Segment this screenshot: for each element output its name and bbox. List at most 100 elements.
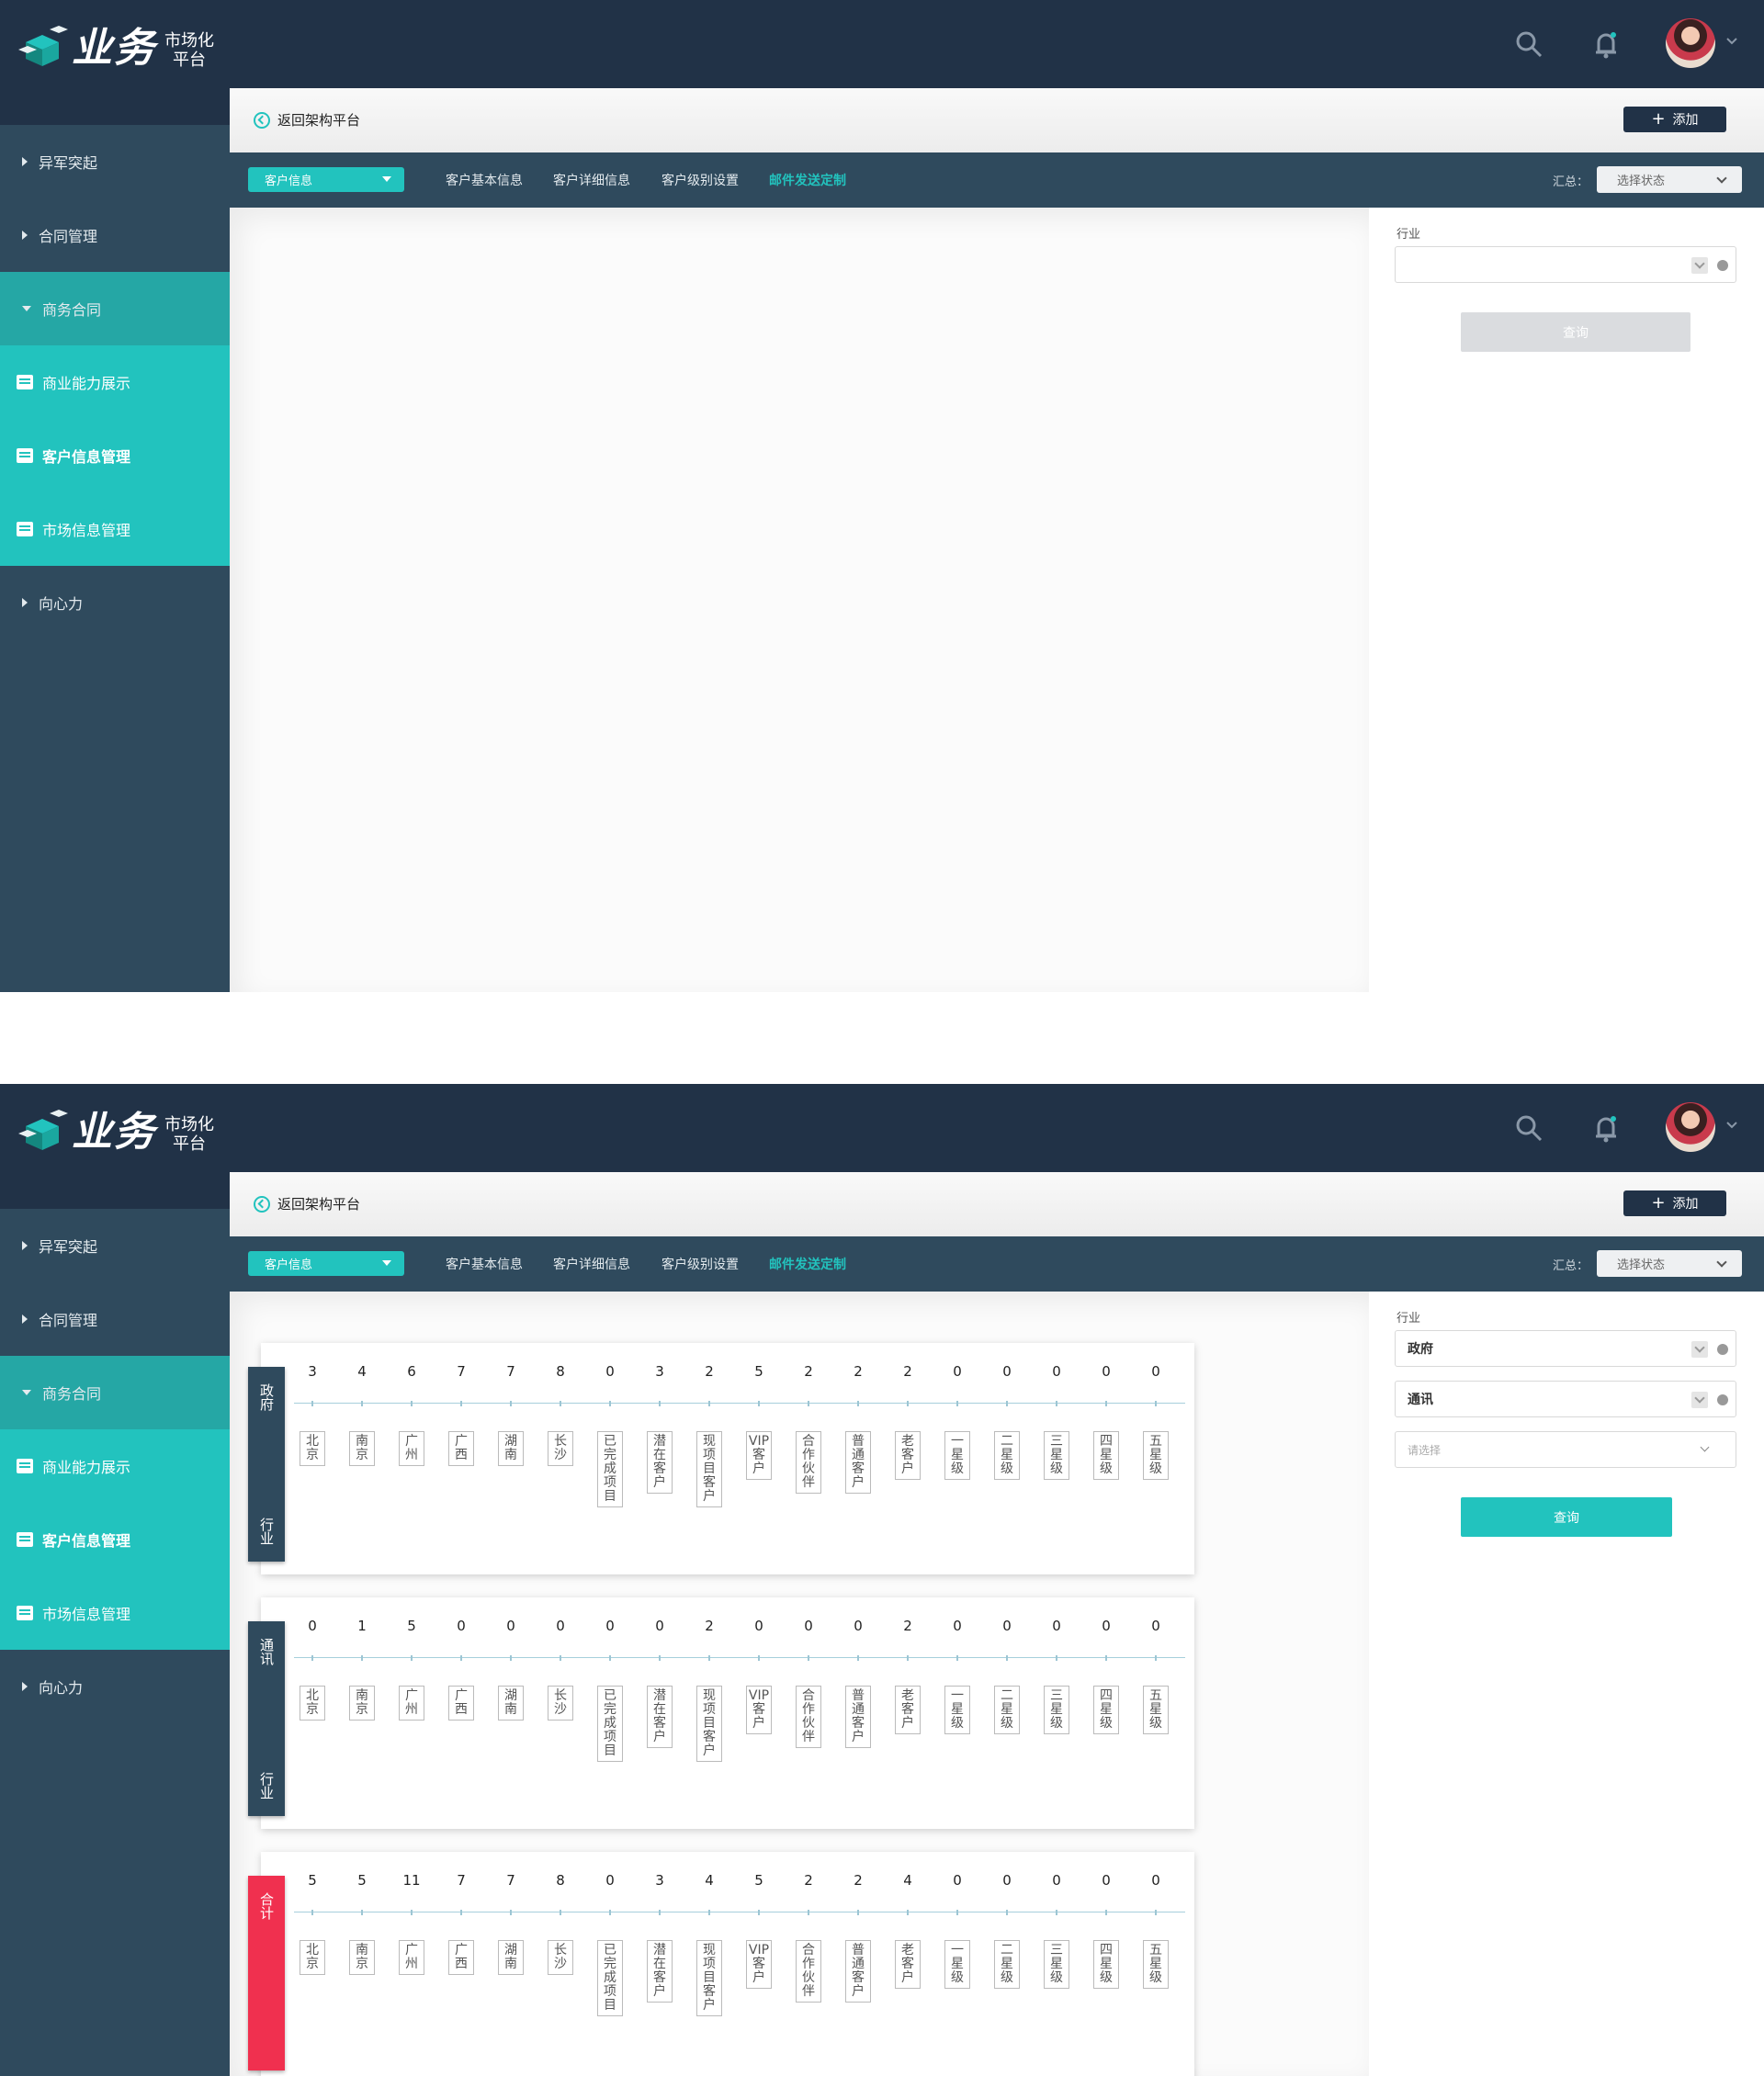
industry-select-1[interactable]: 政府 xyxy=(1395,1330,1736,1367)
status-select[interactable]: 选择状态 xyxy=(1597,166,1742,193)
user-avatar[interactable] xyxy=(1666,18,1715,68)
timeline-tick xyxy=(460,1655,462,1661)
metric-column: 0 已完成项目 xyxy=(592,1597,628,1829)
tab-detail-info[interactable]: 客户详细信息 xyxy=(553,171,630,189)
add-button[interactable]: + 添加 xyxy=(1623,1190,1726,1216)
industry-select-3[interactable]: 请选择 xyxy=(1395,1431,1736,1468)
back-link[interactable]: 返回架构平台 xyxy=(254,110,360,130)
chevron-down-icon[interactable] xyxy=(1691,257,1708,274)
metric-column: 5 VIP 客户 xyxy=(741,1343,777,1574)
metric-label: 合作伙伴 xyxy=(796,1431,821,1494)
monitor-icon xyxy=(17,522,33,536)
timeline-tick xyxy=(411,1910,413,1915)
metric-column: 0 二星级 xyxy=(989,1343,1025,1574)
app-logo[interactable]: 业务 市场化 平台 xyxy=(18,24,220,79)
timeline-tick xyxy=(907,1910,909,1915)
logo-text: 业务 xyxy=(72,1109,156,1156)
metric-label: 四星级 xyxy=(1093,1431,1119,1480)
metric-label: 广州 xyxy=(399,1686,424,1721)
industry-select-2[interactable]: 通讯 xyxy=(1395,1381,1736,1417)
timeline-tick xyxy=(956,1910,958,1915)
metric-column: 0 北京 xyxy=(294,1597,331,1829)
bell-icon[interactable] xyxy=(1591,1113,1621,1143)
query-button[interactable]: 查询 xyxy=(1461,1497,1672,1537)
search-icon[interactable] xyxy=(1514,29,1544,59)
metric-value: 0 xyxy=(1002,1618,1012,1634)
industry-select[interactable] xyxy=(1395,246,1736,283)
timeline-tick xyxy=(857,1910,859,1915)
metric-column: 0 四星级 xyxy=(1088,1852,1125,2076)
metric-value: 0 xyxy=(605,1618,615,1634)
user-avatar[interactable] xyxy=(1666,1102,1715,1152)
sidebar-subitem-market-info[interactable]: 市场信息管理 xyxy=(0,1576,230,1650)
category-select[interactable]: 客户信息 xyxy=(248,167,404,192)
back-link[interactable]: 返回架构平台 xyxy=(254,1194,360,1213)
metric-label: 长沙 xyxy=(548,1940,573,1975)
status-select[interactable]: 选择状态 xyxy=(1597,1250,1742,1277)
tab-level-settings[interactable]: 客户级别设置 xyxy=(662,171,739,189)
metric-value: 8 xyxy=(556,1872,565,1889)
caret-down-icon xyxy=(382,1260,391,1266)
sidebar-subitem-market-info[interactable]: 市场信息管理 xyxy=(0,492,230,566)
metric-value: 2 xyxy=(804,1872,813,1889)
metric-column: 0 潜在客户 xyxy=(641,1597,678,1829)
add-button[interactable]: + 添加 xyxy=(1623,107,1726,132)
metric-label: 潜在客户 xyxy=(647,1940,673,2003)
metric-column: 7 湖南 xyxy=(492,1343,529,1574)
metric-column: 3 潜在客户 xyxy=(641,1852,678,2076)
tab-email-custom[interactable]: 邮件发送定制 xyxy=(769,1255,846,1273)
metric-column: 5 北京 xyxy=(294,1852,331,2076)
query-button-disabled[interactable]: 查询 xyxy=(1461,312,1690,352)
sidebar-item-business-contract[interactable]: 商务合同 xyxy=(0,1356,230,1429)
logo-cube-icon xyxy=(18,26,68,66)
chevron-down-icon[interactable] xyxy=(1691,1392,1708,1408)
tab-email-custom[interactable]: 邮件发送定制 xyxy=(769,171,846,189)
metric-label: 普通客户 xyxy=(845,1431,871,1494)
tab-detail-info[interactable]: 客户详细信息 xyxy=(553,1255,630,1273)
metric-label: 普通客户 xyxy=(845,1940,871,2003)
sidebar-item-xiangxinli[interactable]: 向心力 xyxy=(0,566,230,639)
timeline-tick xyxy=(560,1401,561,1406)
sidebar-item-contracts[interactable]: 合同管理 xyxy=(0,198,230,272)
timeline-tick xyxy=(708,1655,710,1661)
timeline-tick xyxy=(956,1655,958,1661)
clear-icon[interactable] xyxy=(1717,1394,1728,1405)
filter-panel: 行业 查询 xyxy=(1369,208,1764,992)
metric-value: 3 xyxy=(655,1363,664,1380)
sidebar-subitem-capability[interactable]: 商业能力展示 xyxy=(0,1429,230,1503)
timeline-tick xyxy=(808,1910,809,1915)
tab-level-settings[interactable]: 客户级别设置 xyxy=(662,1255,739,1273)
metric-value: 2 xyxy=(804,1363,813,1380)
metric-column: 7 湖南 xyxy=(492,1852,529,2076)
chevron-down-icon[interactable] xyxy=(1725,35,1738,48)
category-select[interactable]: 客户信息 xyxy=(248,1251,404,1276)
bell-icon[interactable] xyxy=(1591,29,1621,59)
chevron-down-icon[interactable] xyxy=(1691,1341,1708,1358)
sidebar-subitem-capability[interactable]: 商业能力展示 xyxy=(0,345,230,419)
tab-basic-info[interactable]: 客户基本信息 xyxy=(446,171,523,189)
sidebar-subitem-customer-info[interactable]: 客户信息管理 xyxy=(0,419,230,492)
sidebar-item-contracts[interactable]: 合同管理 xyxy=(0,1282,230,1356)
search-icon[interactable] xyxy=(1514,1113,1544,1143)
server-icon xyxy=(17,1459,33,1473)
caret-down-icon xyxy=(382,176,391,182)
metric-column: 0 三星级 xyxy=(1038,1852,1075,2076)
app-logo[interactable]: 业务 市场化 平台 xyxy=(18,1108,220,1163)
chevron-down-icon[interactable] xyxy=(1725,1119,1738,1132)
clear-icon[interactable] xyxy=(1717,1344,1728,1355)
caret-right-icon xyxy=(22,598,28,607)
sidebar-subitem-customer-info[interactable]: 客户信息管理 xyxy=(0,1503,230,1576)
metric-column: 7 广西 xyxy=(443,1343,480,1574)
sidebar-item-yijun[interactable]: 异军突起 xyxy=(0,125,230,198)
tab-basic-info[interactable]: 客户基本信息 xyxy=(446,1255,523,1273)
chevron-down-icon xyxy=(1716,1257,1727,1268)
metric-value: 0 xyxy=(1102,1872,1111,1889)
sidebar-item-xiangxinli[interactable]: 向心力 xyxy=(0,1650,230,1723)
caret-right-icon xyxy=(22,231,28,240)
sidebar-item-business-contract[interactable]: 商务合同 xyxy=(0,272,230,345)
sidebar-item-yijun[interactable]: 异军突起 xyxy=(0,1209,230,1282)
clear-icon[interactable] xyxy=(1717,260,1728,271)
metric-column: 0 已完成项目 xyxy=(592,1343,628,1574)
metric-column: 2 现项目客户 xyxy=(691,1597,728,1829)
timeline-tick xyxy=(1105,1910,1107,1915)
